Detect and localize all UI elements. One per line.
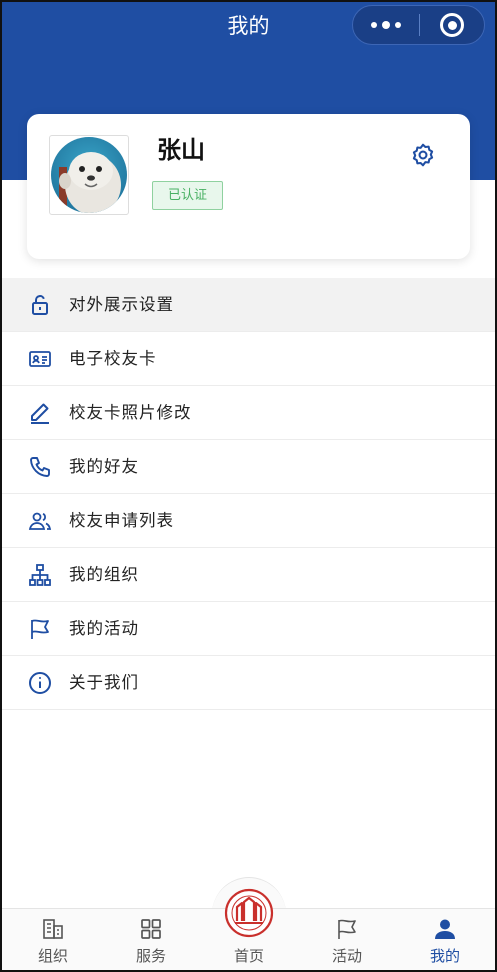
tab-mine[interactable]: 我的 xyxy=(396,909,494,970)
menu-item-display-settings[interactable]: 对外展示设置 xyxy=(2,278,495,332)
target-icon xyxy=(440,13,464,37)
tab-label: 服务 xyxy=(135,947,166,965)
phone-screen: 我的 张山 已认证 对外展示设置 电子校友卡 校友卡照片修改 我的好友 校友申请… xyxy=(0,0,497,972)
menu-list: 对外展示设置 电子校友卡 校友卡照片修改 我的好友 校友申请列表 我的组织 我的… xyxy=(2,278,495,710)
verified-badge: 已认证 xyxy=(152,181,223,210)
settings-gear-icon[interactable] xyxy=(410,142,436,168)
pencil-icon xyxy=(31,403,49,424)
menu-item-activities[interactable]: 我的活动 xyxy=(2,602,495,656)
user-name: 张山 xyxy=(157,136,205,164)
close-button[interactable] xyxy=(420,6,484,44)
more-dot-icon xyxy=(382,21,390,29)
profile-card: 张山 已认证 xyxy=(27,114,470,259)
menu-item-friends[interactable]: 我的好友 xyxy=(2,440,495,494)
menu-item-label: 校友卡照片修改 xyxy=(69,403,192,422)
menu-item-label: 对外展示设置 xyxy=(69,295,174,314)
tab-label: 组织 xyxy=(37,947,68,965)
avatar-frame[interactable] xyxy=(49,135,129,215)
tab-label: 首页 xyxy=(233,947,264,965)
tab-services[interactable]: 服务 xyxy=(102,909,200,970)
menu-item-alumni-card[interactable]: 电子校友卡 xyxy=(2,332,495,386)
more-button[interactable] xyxy=(353,6,419,44)
flag-icon xyxy=(31,619,49,639)
menu-item-applications[interactable]: 校友申请列表 xyxy=(2,494,495,548)
building-icon xyxy=(43,919,63,939)
menu-item-label: 我的组织 xyxy=(69,565,139,584)
more-dot-icon xyxy=(395,22,401,28)
menu-item-organization[interactable]: 我的组织 xyxy=(2,548,495,602)
more-dot-icon xyxy=(371,22,377,28)
menu-item-label: 电子校友卡 xyxy=(69,349,157,368)
users-icon xyxy=(28,512,52,530)
school-logo-icon[interactable] xyxy=(224,888,274,938)
menu-item-label: 关于我们 xyxy=(69,673,139,692)
grid-icon xyxy=(141,919,161,939)
mini-program-capsule xyxy=(352,5,485,45)
org-chart-icon xyxy=(29,564,51,586)
tab-activities[interactable]: 活动 xyxy=(298,909,396,970)
menu-item-card-photo[interactable]: 校友卡照片修改 xyxy=(2,386,495,440)
lock-icon xyxy=(32,295,48,315)
info-icon xyxy=(29,672,51,694)
id-card-icon xyxy=(29,351,51,367)
menu-item-label: 校友申请列表 xyxy=(69,511,174,530)
flag-icon xyxy=(338,919,356,939)
tab-organization[interactable]: 组织 xyxy=(4,909,102,970)
tab-label: 我的 xyxy=(429,947,460,965)
menu-item-label: 我的活动 xyxy=(69,619,139,638)
menu-item-about[interactable]: 关于我们 xyxy=(2,656,495,710)
phone-icon xyxy=(30,457,50,477)
person-icon xyxy=(435,919,455,939)
tab-label: 活动 xyxy=(331,947,362,965)
menu-item-label: 我的好友 xyxy=(69,457,139,476)
avatar xyxy=(51,137,127,213)
